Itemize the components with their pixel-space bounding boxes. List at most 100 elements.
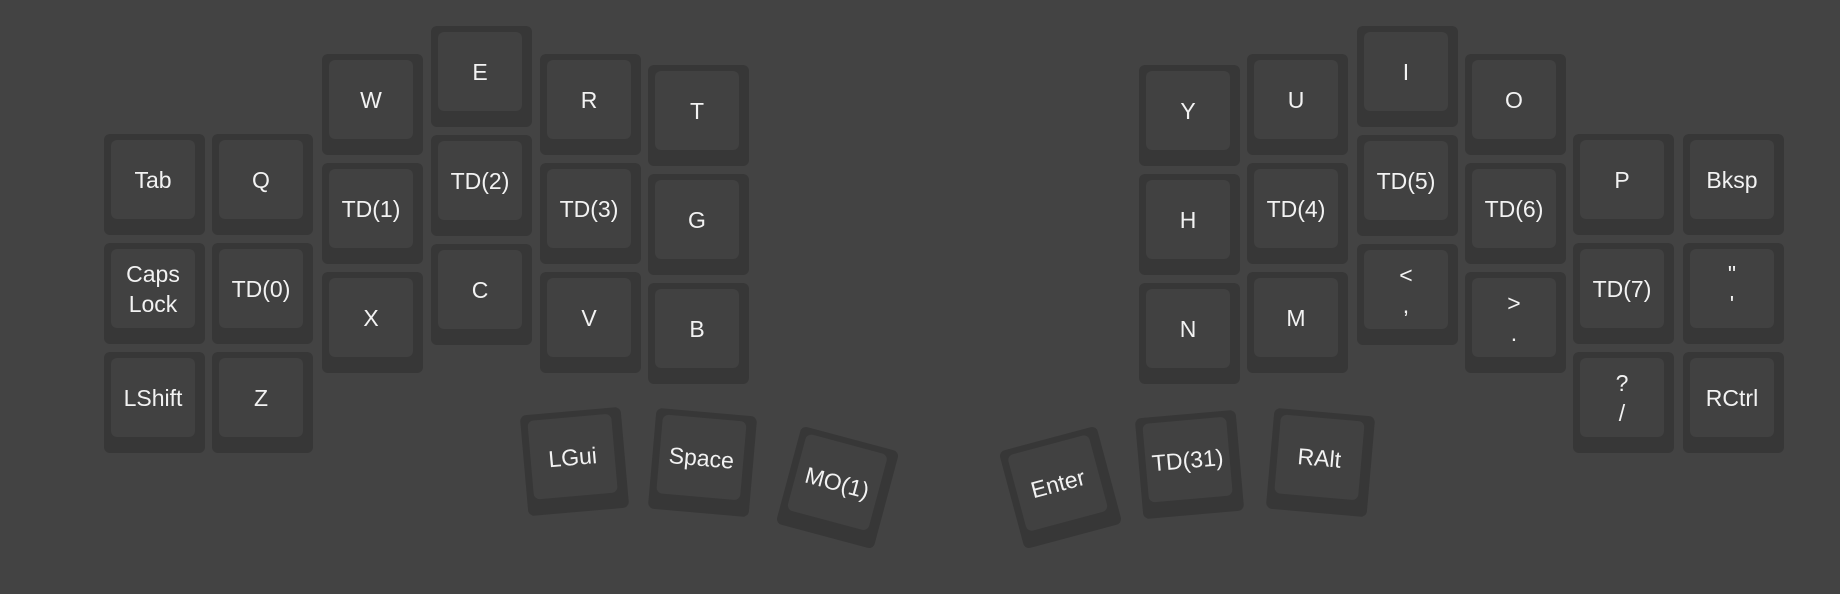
key-enter[interactable]: Enter (998, 425, 1123, 550)
key-bksp[interactable]: Bksp (1683, 134, 1784, 235)
keycap: MO(1) (786, 433, 889, 532)
key-td7[interactable]: TD(7) (1573, 243, 1674, 344)
key-legend: TD(4) (1266, 195, 1326, 222)
keycap: Space (656, 414, 747, 501)
key-legend: R (580, 86, 598, 113)
key-td0[interactable]: TD(0) (212, 243, 313, 344)
keycap: Tab (111, 140, 195, 219)
key-legend: TD(2) (450, 167, 510, 194)
key-quote[interactable]: " ' (1683, 243, 1784, 344)
keycap: Q (219, 140, 303, 219)
keycap: RAlt (1274, 414, 1365, 501)
keycap: Y (1146, 71, 1230, 150)
key-slash[interactable]: ? / (1573, 352, 1674, 453)
key-legend: " (1727, 260, 1737, 287)
keycap: O (1472, 60, 1556, 139)
keycap: W (329, 60, 413, 139)
key-c[interactable]: C (431, 244, 532, 345)
key-legend: N (1179, 315, 1197, 342)
key-legend: ' (1729, 290, 1735, 317)
key-m[interactable]: M (1247, 272, 1348, 373)
key-td2[interactable]: TD(2) (431, 135, 532, 236)
keycap: TD(2) (438, 141, 522, 220)
keycap: <, (1364, 250, 1448, 329)
key-legend: RCtrl (1705, 384, 1759, 411)
key-r[interactable]: R (540, 54, 641, 155)
key-legend: G (688, 206, 706, 233)
key-caps-lock[interactable]: Caps Lock (104, 243, 205, 344)
key-comma[interactable]: <, (1357, 244, 1458, 345)
key-legend: < (1399, 261, 1413, 288)
keycap: B (655, 289, 739, 368)
key-td6[interactable]: TD(6) (1465, 163, 1566, 264)
keycap: Z (219, 358, 303, 437)
key-legend: P (1614, 166, 1630, 193)
keycap: TD(7) (1580, 249, 1664, 328)
key-mo1[interactable]: MO(1) (775, 425, 900, 550)
keycap: E (438, 32, 522, 111)
key-td4[interactable]: TD(4) (1247, 163, 1348, 264)
key-period[interactable]: >. (1465, 272, 1566, 373)
key-legend: Lock (128, 290, 178, 317)
key-legend: TD(5) (1376, 167, 1436, 194)
key-ralt[interactable]: RAlt (1265, 407, 1376, 518)
keycap: TD(3) (547, 169, 631, 248)
key-legend: B (689, 315, 705, 342)
keycap: X (329, 278, 413, 357)
key-p[interactable]: P (1573, 134, 1674, 235)
key-w[interactable]: W (322, 54, 423, 155)
keycap: " ' (1690, 249, 1774, 328)
key-legend: / (1618, 399, 1626, 426)
key-legend: . (1510, 319, 1518, 346)
key-t[interactable]: T (648, 65, 749, 166)
key-legend: Enter (1027, 463, 1088, 503)
keycap: Caps Lock (111, 249, 195, 328)
keycap: TD(5) (1364, 141, 1448, 220)
key-td3[interactable]: TD(3) (540, 163, 641, 264)
key-tab[interactable]: Tab (104, 134, 205, 235)
key-lgui[interactable]: LGui (519, 406, 630, 517)
keycap: TD(0) (219, 249, 303, 328)
key-td1[interactable]: TD(1) (322, 163, 423, 264)
key-n[interactable]: N (1139, 283, 1240, 384)
key-legend: M (1286, 304, 1306, 331)
key-lshift[interactable]: LShift (104, 352, 205, 453)
key-legend: TD(7) (1592, 275, 1652, 302)
key-b[interactable]: B (648, 283, 749, 384)
keycap: P (1580, 140, 1664, 219)
key-q[interactable]: Q (212, 134, 313, 235)
key-legend: I (1402, 58, 1410, 85)
key-g[interactable]: G (648, 174, 749, 275)
keycap: V (547, 278, 631, 357)
key-e[interactable]: E (431, 26, 532, 127)
key-legend: TD(31) (1150, 443, 1225, 476)
key-y[interactable]: Y (1139, 65, 1240, 166)
keycap: ? / (1580, 358, 1664, 437)
keycap: TD(4) (1254, 169, 1338, 248)
keycap: Enter (1006, 434, 1109, 533)
key-legend: U (1287, 86, 1305, 113)
key-legend: O (1505, 86, 1523, 113)
key-o[interactable]: O (1465, 54, 1566, 155)
key-h[interactable]: H (1139, 174, 1240, 275)
keycap: G (655, 180, 739, 259)
key-legend: Y (1180, 97, 1196, 124)
key-x[interactable]: X (322, 272, 423, 373)
key-rctrl[interactable]: RCtrl (1683, 352, 1784, 453)
key-td5[interactable]: TD(5) (1357, 135, 1458, 236)
key-legend: ? (1615, 369, 1629, 396)
key-z[interactable]: Z (212, 352, 313, 453)
key-i[interactable]: I (1357, 26, 1458, 127)
key-space[interactable]: Space (647, 407, 758, 518)
key-td31[interactable]: TD(31) (1134, 409, 1245, 520)
key-legend: Tab (134, 166, 172, 193)
keycap: R (547, 60, 631, 139)
key-legend: , (1402, 291, 1410, 318)
keycap: RCtrl (1690, 358, 1774, 437)
key-legend: W (360, 86, 382, 113)
key-legend: Q (252, 166, 270, 193)
key-u[interactable]: U (1247, 54, 1348, 155)
key-v[interactable]: V (540, 272, 641, 373)
keycap: TD(6) (1472, 169, 1556, 248)
key-legend: E (472, 58, 488, 85)
